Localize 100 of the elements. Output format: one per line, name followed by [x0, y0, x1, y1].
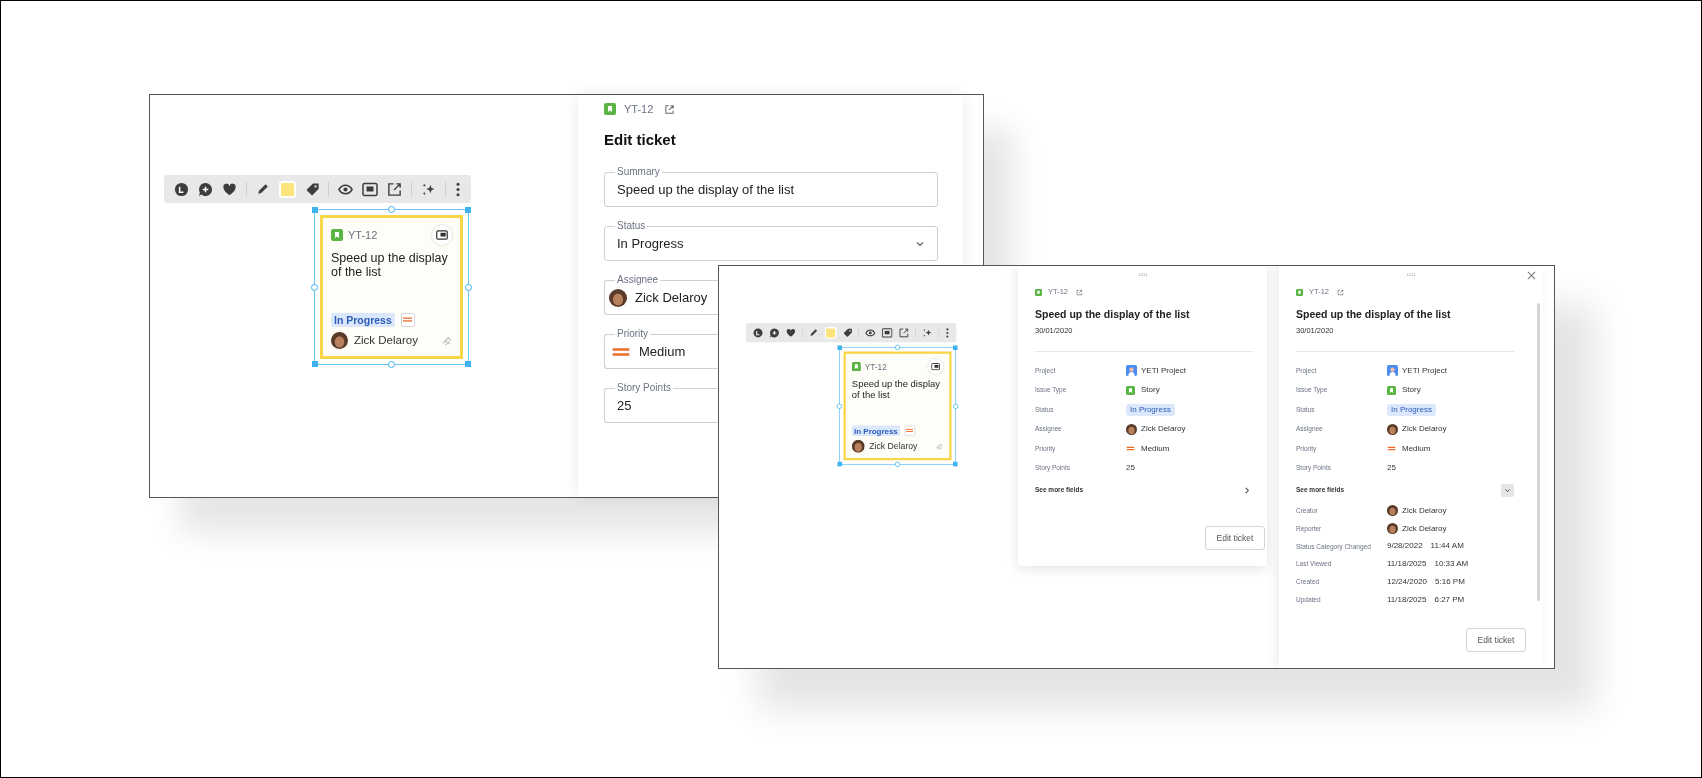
avatar-icon	[1126, 423, 1137, 435]
color-button[interactable]	[278, 180, 296, 198]
field-value: 12/24/2020	[1387, 576, 1428, 589]
story-icon	[604, 103, 616, 115]
resize-handle[interactable]	[388, 361, 395, 368]
story-icon	[1296, 288, 1303, 296]
ticket-title: Speed up the display of the list	[1296, 307, 1452, 321]
field-value: Zick Delaroy	[635, 288, 708, 307]
resize-handle[interactable]	[953, 461, 958, 467]
pencil-icon[interactable]	[255, 182, 270, 196]
circle-icon[interactable]	[752, 327, 764, 338]
field-value: Medium	[639, 342, 686, 361]
field-label: Summary	[615, 166, 662, 178]
field-value: 25	[617, 396, 632, 415]
ticket-id: YT-12	[864, 360, 887, 373]
field-value: Zick Delaroy	[1402, 522, 1447, 535]
status-tag: In Progress	[1387, 403, 1436, 416]
field-value: Story	[1141, 384, 1160, 397]
field-value: Zick Delaroy	[1402, 504, 1447, 517]
field-value: 10:33 AM	[1434, 558, 1469, 571]
field-value: Medium	[1141, 442, 1170, 455]
assignee-name: Zick Delaroy	[354, 332, 418, 348]
story-icon	[1126, 385, 1135, 395]
drag-handle[interactable]	[1138, 273, 1148, 276]
card-view-button[interactable]	[432, 225, 452, 245]
more-icon[interactable]	[945, 327, 950, 338]
field-value: YETI Project	[1141, 364, 1186, 377]
assignee-name: Zick Delaroy	[869, 440, 918, 453]
resize-handle[interactable]	[465, 207, 471, 213]
resize-handle[interactable]	[388, 206, 395, 213]
field-value: Story	[1402, 384, 1421, 397]
ticket-summary: Speed up the display of the list	[331, 251, 449, 279]
more-icon[interactable]	[454, 181, 461, 197]
project-icon	[1387, 365, 1398, 377]
collapse-button[interactable]	[1501, 483, 1514, 497]
project-icon	[1126, 365, 1137, 377]
field-value: 5:16 PM	[1435, 576, 1465, 589]
field-value: YETI Project	[1402, 364, 1447, 377]
story-icon	[1387, 385, 1396, 395]
resize-handle[interactable]	[465, 284, 472, 291]
resize-handle[interactable]	[465, 361, 471, 367]
heart-icon[interactable]	[785, 327, 796, 338]
card-view-button[interactable]	[928, 359, 944, 375]
tag-icon[interactable]	[304, 181, 320, 197]
avatar-icon	[609, 288, 627, 307]
circle-icon[interactable]	[174, 181, 189, 197]
avatar-icon	[1387, 505, 1398, 517]
ticket-card[interactable]: YT-12 Speed up the display of the list In Progress Zick Delaroy	[320, 215, 463, 359]
sparkles-icon[interactable]	[922, 327, 933, 338]
field-value: 11:44 AM	[1430, 540, 1464, 553]
ticket-id: YT-12	[624, 101, 654, 117]
chevron-down-icon	[1504, 486, 1511, 494]
edit-ticket-button[interactable]: Edit ticket	[1205, 526, 1265, 550]
comment-add-icon[interactable]	[197, 181, 213, 197]
field-label: Assignee	[615, 274, 661, 286]
field-value: 6:27 PM	[1434, 593, 1465, 606]
drag-handle[interactable]	[1407, 273, 1416, 276]
tag-icon[interactable]	[842, 327, 853, 338]
chevron-right-icon[interactable]	[1244, 486, 1250, 494]
ticket-id: YT-12	[348, 227, 378, 243]
story-icon	[331, 229, 343, 241]
resize-handle[interactable]	[894, 344, 901, 350]
field-label: Priority	[615, 328, 651, 340]
ticket-summary: Speed up the display of the list	[851, 378, 941, 400]
status-tag: In Progress	[1126, 403, 1175, 416]
resize-handle[interactable]	[312, 361, 318, 367]
field-value: Medium	[1402, 442, 1431, 455]
status-tag: In Progress	[331, 312, 395, 327]
heart-icon[interactable]	[221, 181, 237, 197]
color-button[interactable]	[824, 326, 837, 339]
resize-handle[interactable]	[836, 403, 842, 409]
pencil-icon[interactable]	[808, 327, 819, 338]
field-value: In Progress	[617, 234, 684, 253]
comment-add-icon[interactable]	[769, 327, 780, 338]
resize-handle[interactable]	[312, 207, 318, 213]
chevrons-icon	[441, 334, 452, 346]
external-link-icon[interactable]	[664, 103, 676, 115]
resize-handle[interactable]	[953, 345, 958, 350]
avatar-icon	[1387, 423, 1398, 435]
avatar-icon	[331, 331, 348, 349]
story-icon	[851, 362, 861, 372]
scrollbar[interactable]	[1537, 303, 1540, 601]
story-icon	[1035, 288, 1042, 296]
ticket-title: Speed up the display of the list	[1035, 307, 1191, 321]
card-view-icon	[436, 230, 448, 240]
resize-handle[interactable]	[311, 284, 318, 291]
resize-handle[interactable]	[894, 461, 901, 468]
resize-handle[interactable]	[953, 403, 959, 409]
avatar-icon	[851, 439, 865, 453]
resize-handle[interactable]	[837, 345, 842, 350]
field-value: Speed up the display of the list	[617, 180, 795, 199]
resize-handle[interactable]	[837, 461, 842, 467]
external-link-icon[interactable]	[387, 181, 403, 197]
field-value: 25	[1126, 462, 1135, 475]
close-icon[interactable]	[1527, 271, 1536, 280]
card-view-icon[interactable]	[362, 181, 379, 197]
field-value: Zick Delaroy	[1402, 423, 1447, 436]
field-value: 11/18/2025	[1387, 558, 1427, 571]
edit-ticket-button[interactable]: Edit ticket	[1466, 628, 1526, 652]
field-value: Zick Delaroy	[1141, 423, 1186, 436]
